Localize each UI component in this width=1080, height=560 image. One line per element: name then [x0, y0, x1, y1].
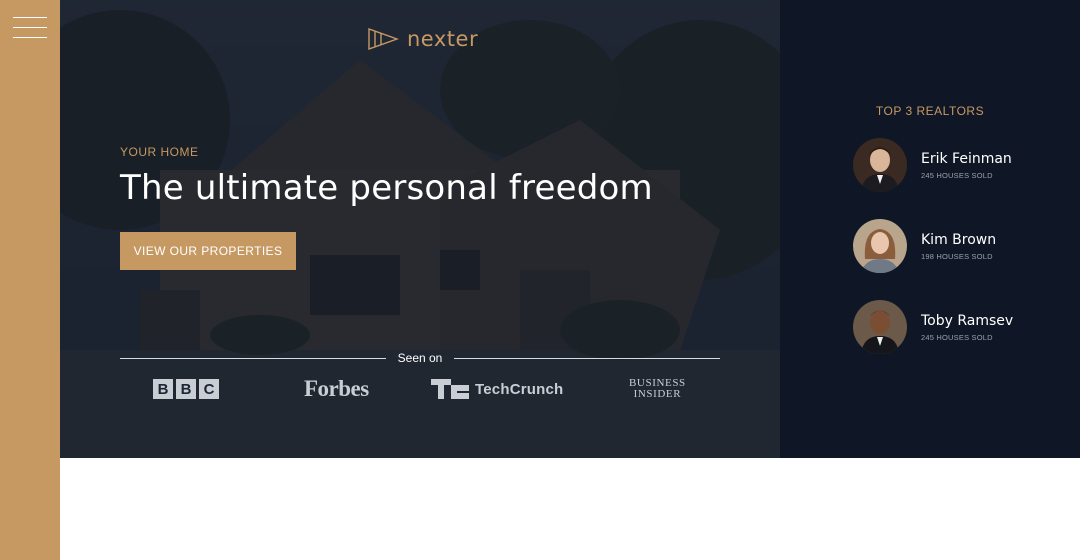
- avatar: [853, 138, 907, 192]
- avatar: [853, 219, 907, 273]
- techcrunch-logo: TechCrunch: [431, 372, 563, 406]
- menu-line: [13, 17, 47, 18]
- bbc-logo: B B C: [153, 372, 222, 406]
- bbc-letter: B: [153, 379, 173, 399]
- hero-section: nexter YOUR HOME The ultimate personal f…: [60, 0, 780, 458]
- realtor-houses-sold: 198 HOUSES SOLD: [921, 252, 993, 261]
- realtors-title: TOP 3 REALTORS: [875, 104, 985, 118]
- realtor-info: Kim Brown 198 HOUSES SOLD: [921, 231, 996, 261]
- forbes-logo: Forbes: [304, 376, 369, 401]
- seen-on-divider: Seen on: [120, 350, 720, 366]
- avatar: [853, 300, 907, 354]
- bbc-letter: C: [199, 379, 219, 399]
- hero-eyebrow: YOUR HOME: [120, 145, 199, 159]
- view-properties-button[interactable]: VIEW OUR PROPERTIES: [120, 232, 296, 270]
- realtor-card[interactable]: Kim Brown 198 HOUSES SOLD: [853, 219, 1053, 273]
- bbc-letter: B: [176, 379, 196, 399]
- realtor-info: Toby Ramsev 245 HOUSES SOLD: [921, 312, 1013, 342]
- realtor-card[interactable]: Erik Feinman 245 HOUSES SOLD: [853, 138, 1053, 192]
- bi-line: INSIDER: [633, 388, 682, 400]
- nexter-logo[interactable]: nexter: [367, 26, 478, 52]
- business-insider-logo: BUSINESS INSIDER: [629, 372, 686, 406]
- techcrunch-wordmark: TechCrunch: [475, 380, 564, 398]
- realtor-name: Kim Brown: [921, 232, 997, 248]
- realtor-name: Erik Feinman: [921, 151, 1012, 167]
- divider-line: [454, 357, 720, 359]
- realtor-card[interactable]: Toby Ramsev 245 HOUSES SOLD: [853, 300, 1053, 354]
- realtors-panel: TOP 3 REALTORS Erik Feinman 245 HOUSES S…: [780, 0, 1080, 458]
- logo-triangles-icon: [368, 28, 399, 50]
- realtor-houses-sold: 245 HOUSES SOLD: [921, 333, 993, 342]
- techcrunch-tc-icon: [431, 379, 469, 399]
- realtor-houses-sold: 245 HOUSES SOLD: [921, 171, 993, 180]
- menu-line: [13, 37, 47, 38]
- logo-text: nexter: [407, 27, 479, 51]
- sidebar: [0, 0, 60, 560]
- menu-line: [13, 27, 47, 28]
- page: nexter YOUR HOME The ultimate personal f…: [0, 0, 1080, 560]
- seen-on-label: Seen on: [397, 351, 443, 365]
- hamburger-menu-icon[interactable]: [13, 17, 47, 41]
- divider-line: [120, 357, 386, 359]
- hero-headline: The ultimate personal freedom: [120, 168, 653, 208]
- realtor-info: Erik Feinman 245 HOUSES SOLD: [921, 150, 1012, 180]
- press-logos: B B C Forbes TechCrunch BUSINESS INSIDER: [120, 372, 720, 406]
- realtor-name: Toby Ramsev: [921, 313, 1014, 329]
